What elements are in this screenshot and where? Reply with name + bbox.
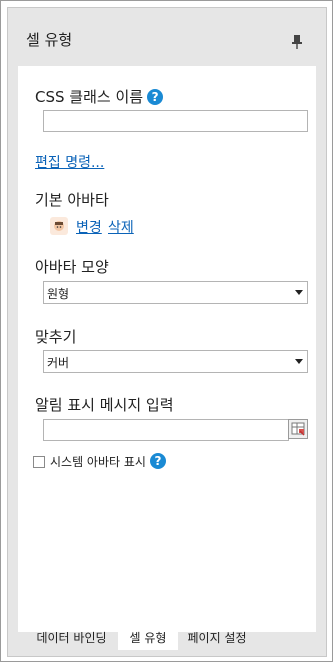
avatar-shape-value: 원형 (47, 287, 70, 301)
edit-commands-link[interactable]: 편집 명령... (35, 152, 104, 172)
fit-select[interactable]: 커버 (43, 350, 308, 373)
formula-picker-button[interactable] (288, 419, 308, 439)
system-avatar-label: 시스템 아바타 표시 (50, 455, 146, 469)
help-icon[interactable]: ? (147, 89, 164, 105)
system-avatar-label-row: 시스템 아바타 표시? (50, 453, 166, 470)
pin-icon[interactable] (290, 34, 304, 50)
css-class-label: CSS 클래스 이름 (35, 88, 144, 106)
panel-title-bar: 셀 유형 (8, 8, 326, 62)
avatar-change-link[interactable]: 변경 (76, 217, 102, 237)
css-class-input[interactable] (43, 110, 308, 132)
chevron-down-icon (295, 290, 303, 295)
avatar-delete-link[interactable]: 삭제 (108, 217, 134, 237)
system-avatar-checkbox[interactable] (33, 456, 45, 468)
panel-title: 셀 유형 (26, 31, 73, 49)
avatar-shape-select[interactable]: 원형 (43, 281, 308, 304)
properties-content: CSS 클래스 이름? 편집 명령... 기본 아바타 변경 삭제 아바타 모양… (18, 66, 316, 632)
default-avatar-label: 기본 아바타 (35, 191, 109, 209)
fit-value: 커버 (47, 356, 70, 370)
help-icon[interactable]: ? (149, 453, 166, 469)
bottom-tab-bar: 데이터 바인딩 셀 유형 페이지 설정 (8, 628, 326, 656)
css-class-label-row: CSS 클래스 이름? (35, 86, 164, 107)
chevron-down-icon (295, 359, 303, 364)
notification-label: 알림 표시 메시지 입력 (35, 396, 174, 414)
avatar-preview-icon (50, 217, 68, 235)
window-frame: 셀 유형 CSS 클래스 이름? 편집 명령... 기본 아바타 변경 삭제 아… (0, 0, 333, 662)
tab-data-binding[interactable]: 데이터 바인딩 (24, 628, 119, 650)
fit-label: 맞추기 (35, 328, 77, 346)
notification-input[interactable] (43, 419, 289, 441)
tab-page-settings[interactable]: 페이지 설정 (180, 628, 254, 650)
tab-cell-type[interactable]: 셀 유형 (118, 628, 178, 650)
cell-type-panel: 셀 유형 CSS 클래스 이름? 편집 명령... 기본 아바타 변경 삭제 아… (7, 7, 327, 657)
formula-picker-icon (291, 422, 305, 436)
avatar-shape-label: 아바타 모양 (35, 258, 109, 276)
